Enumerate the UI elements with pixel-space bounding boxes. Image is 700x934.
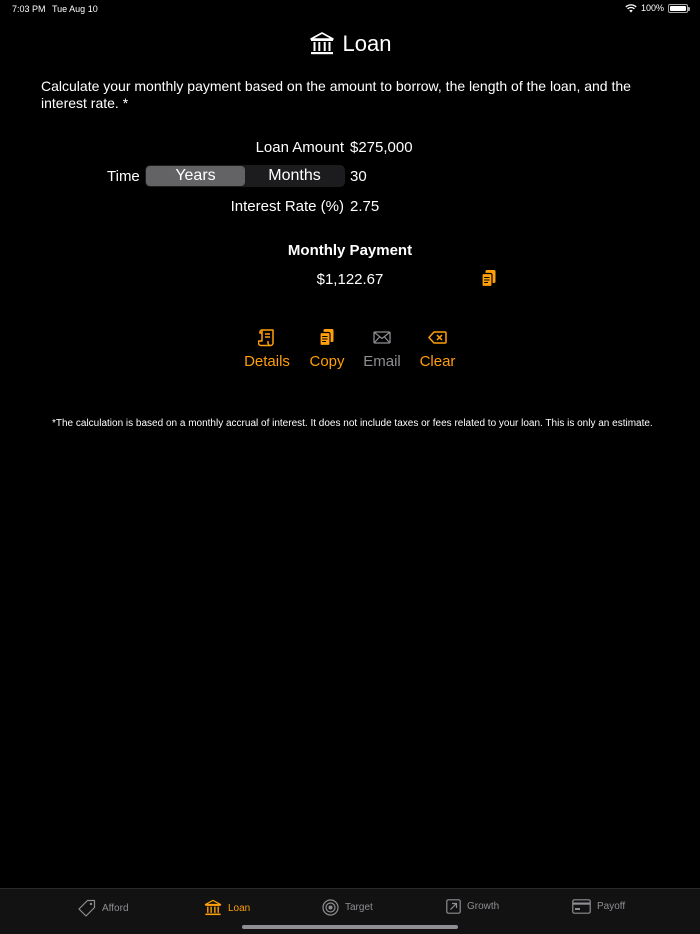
tab-growth[interactable]: Growth	[446, 899, 499, 914]
segment-months[interactable]: Months	[245, 166, 344, 186]
interest-rate-label: Interest Rate (%)	[230, 198, 344, 215]
status-bar: 7:03 PM Tue Aug 10 100%	[0, 0, 700, 18]
details-button[interactable]: Details	[244, 328, 290, 370]
details-label: Details	[244, 353, 290, 370]
wifi-icon	[625, 3, 637, 12]
battery-icon	[668, 3, 690, 13]
copy-icon	[319, 329, 334, 347]
tab-target[interactable]: Target	[322, 899, 373, 916]
clear-button[interactable]: Clear	[420, 328, 455, 370]
copy-button[interactable]: Copy	[309, 328, 345, 370]
monthly-payment-value: $1,122.67	[316, 271, 384, 288]
title-text: Loan	[342, 31, 392, 56]
loan-amount-field[interactable]: $275,000	[350, 139, 413, 156]
status-date: Tue Aug 10	[52, 4, 98, 14]
email-label: Email	[363, 353, 401, 370]
copy-payment-button[interactable]	[481, 269, 497, 293]
scroll-icon	[258, 329, 274, 347]
tab-growth-label: Growth	[467, 901, 500, 912]
time-label: Time	[107, 168, 140, 185]
intro-text: Calculate your monthly payment based on …	[41, 78, 631, 111]
tab-afford[interactable]: Afford	[78, 899, 129, 917]
arrow-up-right-square-icon	[446, 899, 461, 914]
page-title: Loan	[0, 31, 700, 57]
loan-amount-label: Loan Amount	[255, 139, 344, 156]
copy-label: Copy	[309, 353, 345, 370]
tab-loan-label: Loan	[228, 902, 251, 914]
target-icon	[322, 899, 339, 916]
copy-icon	[481, 270, 496, 288]
email-button[interactable]: Email	[363, 328, 401, 370]
tab-payoff[interactable]: Payoff	[572, 899, 625, 914]
monthly-payment-title: Monthly Payment	[287, 242, 413, 259]
clear-label: Clear	[419, 353, 456, 370]
segment-years[interactable]: Years	[146, 166, 245, 186]
tab-payoff-label: Payoff	[597, 901, 626, 912]
tab-target-label: Target	[345, 902, 373, 913]
tag-icon	[78, 899, 96, 917]
bank-icon	[204, 899, 222, 916]
tab-afford-label: Afford	[102, 902, 129, 914]
bank-icon	[309, 32, 334, 55]
tab-loan[interactable]: Loan	[204, 899, 250, 917]
time-unit-segmented-control[interactable]: Years Months	[145, 165, 345, 187]
status-time: 7:03 PM	[12, 4, 46, 14]
delete-left-icon	[428, 331, 447, 344]
interest-rate-field[interactable]: 2.75	[350, 198, 379, 215]
envelope-icon	[373, 331, 391, 344]
status-right: 100%	[625, 3, 690, 13]
footnote: *The calculation is based on a monthly a…	[52, 418, 653, 429]
battery-percent: 100%	[640, 3, 664, 13]
home-indicator	[242, 925, 458, 929]
credit-card-icon	[572, 899, 591, 914]
time-field[interactable]: 30	[350, 168, 367, 185]
